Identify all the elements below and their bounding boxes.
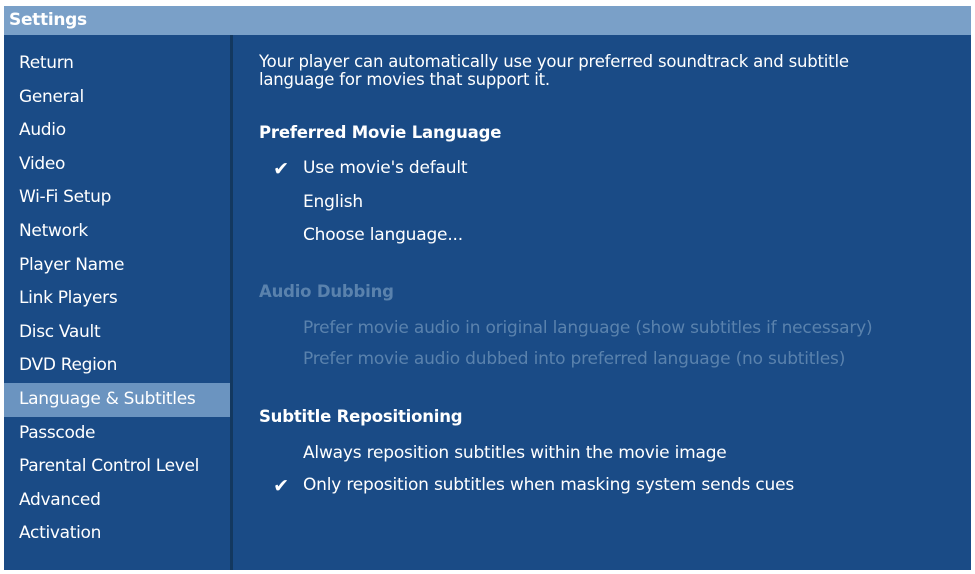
option-prefer-original-audio: Prefer movie audio in original language … xyxy=(303,318,873,338)
sidebar-item-network[interactable]: Network xyxy=(4,215,230,249)
option-prefer-dubbed-audio: Prefer movie audio dubbed into preferred… xyxy=(303,349,845,369)
sidebar-item-wifi-setup[interactable]: Wi-Fi Setup xyxy=(4,181,230,215)
sidebar-item-audio[interactable]: Audio xyxy=(4,114,230,148)
option-label: Use movie's default xyxy=(303,158,468,178)
sidebar-item-activation[interactable]: Activation xyxy=(4,517,230,551)
section-title-audio-dubbing: Audio Dubbing xyxy=(259,282,394,301)
option-use-movie-default[interactable]: ✔ Use movie's default xyxy=(273,158,468,180)
sidebar-item-disc-vault[interactable]: Disc Vault xyxy=(4,316,230,350)
option-label: Prefer movie audio in original language … xyxy=(303,318,873,338)
option-choose-language[interactable]: Choose language... xyxy=(303,225,463,245)
sidebar-item-player-name[interactable]: Player Name xyxy=(4,249,230,283)
sidebar-item-return[interactable]: Return xyxy=(4,47,230,81)
intro-text: Your player can automatically use your p… xyxy=(259,53,949,89)
checkmark-icon: ✔ xyxy=(273,158,289,180)
sidebar-item-dvd-region[interactable]: DVD Region xyxy=(4,349,230,383)
intro-line-2: language for movies that support it. xyxy=(259,70,550,89)
option-label: English xyxy=(303,192,363,212)
sidebar-item-language-subtitles[interactable]: Language & Subtitles xyxy=(4,382,230,417)
sidebar-divider xyxy=(230,35,233,570)
section-title-preferred-language: Preferred Movie Language xyxy=(259,123,502,142)
option-label: Always reposition subtitles within the m… xyxy=(303,443,727,463)
option-reposition-on-masking-cues[interactable]: ✔ Only reposition subtitles when masking… xyxy=(273,475,795,497)
checkmark-icon: ✔ xyxy=(273,475,289,497)
sidebar-item-video[interactable]: Video xyxy=(4,148,230,182)
option-label: Choose language... xyxy=(303,225,463,245)
sidebar-item-parental-control-level[interactable]: Parental Control Level xyxy=(4,450,230,484)
option-label: Only reposition subtitles when masking s… xyxy=(303,475,795,495)
option-always-reposition-subtitles[interactable]: Always reposition subtitles within the m… xyxy=(303,443,727,463)
settings-window: Settings Return General Audio Video Wi-F… xyxy=(4,6,971,570)
option-label: Prefer movie audio dubbed into preferred… xyxy=(303,349,846,369)
sidebar-item-passcode[interactable]: Passcode xyxy=(4,417,230,451)
window-title: Settings xyxy=(4,6,971,35)
section-title-subtitle-repositioning: Subtitle Repositioning xyxy=(259,407,463,426)
sidebar-item-link-players[interactable]: Link Players xyxy=(4,282,230,316)
intro-line-1: Your player can automatically use your p… xyxy=(259,52,849,71)
option-english[interactable]: English xyxy=(303,192,363,212)
settings-sidebar: Return General Audio Video Wi-Fi Setup N… xyxy=(4,35,230,570)
settings-content: Your player can automatically use your p… xyxy=(259,35,971,570)
sidebar-item-advanced[interactable]: Advanced xyxy=(4,484,230,518)
sidebar-item-general[interactable]: General xyxy=(4,81,230,115)
